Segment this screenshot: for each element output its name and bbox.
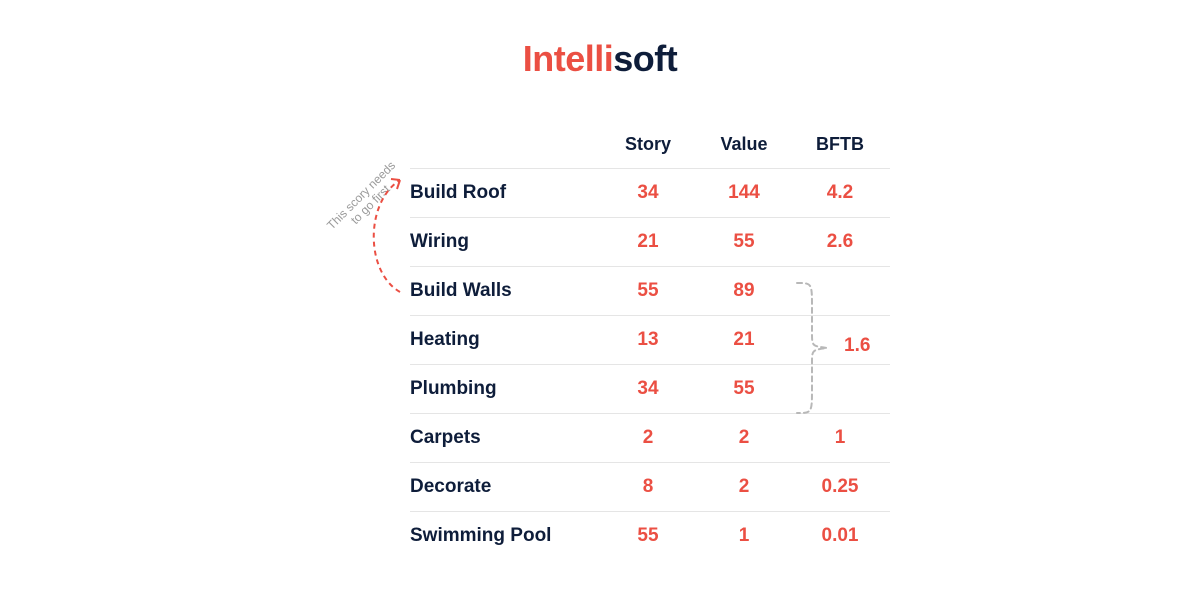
row-story: 55 [600, 280, 696, 302]
table-row: Decorate 8 2 0.25 [410, 462, 890, 511]
row-name: Heating [410, 329, 600, 351]
table-row: Carpets 2 2 1 [410, 413, 890, 462]
row-story: 13 [600, 329, 696, 351]
row-bftb: 0.01 [792, 525, 888, 547]
header-bftb: BFTB [792, 134, 888, 155]
row-name: Swimming Pool [410, 525, 600, 547]
row-story: 8 [600, 476, 696, 498]
row-story: 2 [600, 427, 696, 449]
table-row: Wiring 21 55 2.6 [410, 217, 890, 266]
reorder-arrow-icon [360, 162, 440, 302]
table-row: Build Roof 34 144 4.2 [410, 168, 890, 217]
row-bftb: 1 [792, 427, 888, 449]
group-brace-icon [792, 278, 832, 418]
row-name: Decorate [410, 476, 600, 498]
table-header: Story Value BFTB [410, 120, 890, 168]
row-value: 55 [696, 378, 792, 400]
row-story: 34 [600, 378, 696, 400]
row-value: 2 [696, 476, 792, 498]
row-story: 34 [600, 182, 696, 204]
row-story: 21 [600, 231, 696, 253]
row-value: 55 [696, 231, 792, 253]
row-bftb: 4.2 [792, 182, 888, 204]
row-story: 55 [600, 525, 696, 547]
row-name: Carpets [410, 427, 600, 449]
table-row: Swimming Pool 55 1 0.01 [410, 511, 890, 560]
header-story: Story [600, 134, 696, 155]
row-name: Plumbing [410, 378, 600, 400]
header-value: Value [696, 134, 792, 155]
row-value: 144 [696, 182, 792, 204]
brand-part1: Intelli [523, 38, 614, 79]
row-bftb: 0.25 [792, 476, 888, 498]
row-bftb: 2.6 [792, 231, 888, 253]
row-value: 2 [696, 427, 792, 449]
brand-logo: Intellisoft [0, 38, 1200, 80]
row-value: 89 [696, 280, 792, 302]
row-value: 21 [696, 329, 792, 351]
group-bftb-value: 1.6 [844, 335, 870, 357]
brand-part2: soft [613, 38, 677, 79]
row-value: 1 [696, 525, 792, 547]
